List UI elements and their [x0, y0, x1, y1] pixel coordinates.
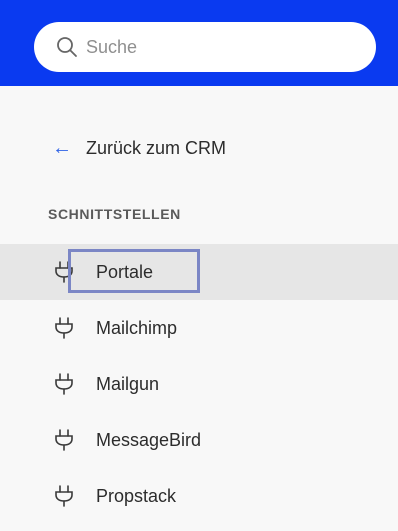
plug-icon: [55, 429, 73, 451]
arrow-left-icon: ←: [52, 137, 72, 159]
nav-item-label: MessageBird: [96, 429, 202, 450]
plug-icon: [55, 261, 73, 283]
plug-icon: [55, 373, 73, 395]
search-input[interactable]: [86, 22, 366, 72]
back-link-label: Zurück zum CRM: [86, 137, 227, 158]
nav-item-propstack[interactable]: Propstack: [0, 468, 398, 524]
plug-icon: [55, 485, 73, 507]
integration-list: Portale Mailchimp Mailgun MessageBird Pr…: [0, 244, 398, 524]
search-icon: [57, 37, 77, 57]
sidebar: ← Zurück zum CRM SCHNITTSTELLEN Portale: [0, 86, 398, 531]
nav-item-label: Portale: [96, 261, 154, 282]
nav-item-mailgun[interactable]: Mailgun: [0, 356, 398, 412]
nav-item-label: Propstack: [96, 485, 177, 506]
app-window: ← Zurück zum CRM SCHNITTSTELLEN Portale: [0, 0, 398, 531]
section-title: SCHNITTSTELLEN: [48, 206, 181, 222]
back-to-crm-link[interactable]: ← Zurück zum CRM: [52, 134, 226, 162]
nav-item-messagebird[interactable]: MessageBird: [0, 412, 398, 468]
search-box[interactable]: [34, 22, 376, 72]
nav-item-label: Mailchimp: [96, 317, 178, 338]
top-bar: [0, 0, 398, 86]
nav-item-label: Mailgun: [96, 373, 160, 394]
plug-icon: [55, 317, 73, 339]
nav-item-portale[interactable]: Portale: [0, 244, 398, 300]
nav-item-mailchimp[interactable]: Mailchimp: [0, 300, 398, 356]
